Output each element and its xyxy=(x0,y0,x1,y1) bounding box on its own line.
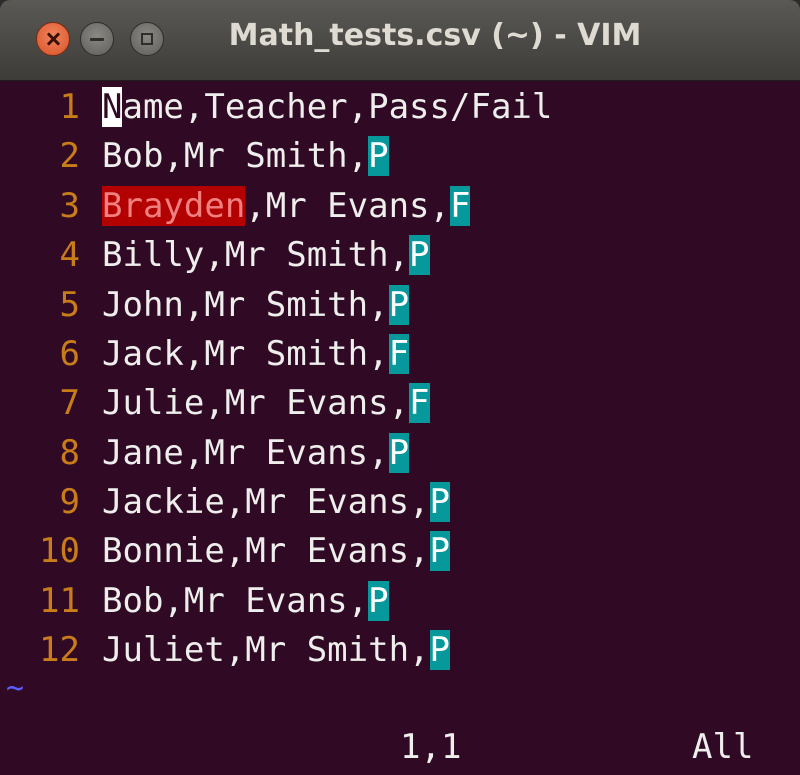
line-text: Bob,Mr Evans, xyxy=(102,581,369,621)
window-title: Math_tests.csv (~) - VIM xyxy=(228,18,642,53)
search-highlight: P xyxy=(429,482,450,522)
cursor-position: 1,1 xyxy=(400,727,462,767)
scroll-position: All xyxy=(692,727,754,767)
editor-line[interactable]: 6 Jack,Mr Smith,F xyxy=(0,330,410,379)
line-number: 6 xyxy=(59,334,80,374)
empty-line-marker: ~ xyxy=(6,671,25,706)
line-number: 8 xyxy=(59,433,80,473)
line-text: Bonnie,Mr Evans, xyxy=(102,531,430,571)
search-highlight: P xyxy=(429,630,450,670)
line-number: 1 xyxy=(59,87,80,127)
search-highlight: P xyxy=(368,136,389,176)
line-text: Bob,Mr Smith, xyxy=(102,136,369,176)
line-number: 7 xyxy=(59,383,80,423)
search-highlight: P xyxy=(368,581,389,621)
line-number: 2 xyxy=(59,136,80,176)
line-text: ame,Teacher,Pass/Fail xyxy=(122,87,553,127)
search-highlight: F xyxy=(388,334,410,374)
line-number: 3 xyxy=(59,186,80,226)
editor-line[interactable]: 12 Juliet,Mr Smith,P xyxy=(0,626,450,675)
line-text: Billy,Mr Smith, xyxy=(102,235,410,275)
editor-line[interactable]: 1 Name,Teacher,Pass/Fail xyxy=(0,83,552,132)
line-text: Jack,Mr Smith, xyxy=(102,334,389,374)
title-bar[interactable]: Math_tests.csv (~) - VIM xyxy=(0,0,800,81)
editor-line[interactable]: 10 Bonnie,Mr Evans,P xyxy=(0,527,450,576)
line-number: 11 xyxy=(39,581,80,621)
line-text: Jane,Mr Evans, xyxy=(102,433,389,473)
line-text: Juliet,Mr Smith, xyxy=(102,630,430,670)
search-highlight: F xyxy=(409,383,430,423)
editor-line[interactable]: 11 Bob,Mr Evans,P xyxy=(0,577,389,626)
line-number: 9 xyxy=(59,482,80,522)
search-highlight: F xyxy=(450,186,471,226)
line-text: Julie,Mr Evans, xyxy=(102,383,410,423)
editor-line[interactable]: 4 Billy,Mr Smith,P xyxy=(0,231,430,280)
search-highlight: P xyxy=(388,285,410,325)
line-number: 5 xyxy=(59,285,80,325)
editor-line[interactable]: 3 Brayden,Mr Evans,F xyxy=(0,182,471,231)
line-text: Jackie,Mr Evans, xyxy=(102,482,430,522)
search-highlight: P xyxy=(409,235,430,275)
editor-line[interactable]: 9 Jackie,Mr Evans,P xyxy=(0,478,450,527)
cursor: N xyxy=(102,87,123,127)
editor-line[interactable]: 2 Bob,Mr Smith,P xyxy=(0,132,389,181)
editor-line[interactable]: 5 John,Mr Smith,P xyxy=(0,281,410,330)
line-number: 12 xyxy=(39,630,80,670)
search-highlight: P xyxy=(388,433,410,473)
vim-window: Math_tests.csv (~) - VIM 1 Name,Teacher,P… xyxy=(0,0,800,775)
editor-line[interactable]: 8 Jane,Mr Evans,P xyxy=(0,429,410,478)
search-highlight: P xyxy=(429,531,450,571)
status-line: 1,1 All xyxy=(0,723,800,771)
line-text: ,Mr Evans, xyxy=(245,186,450,226)
line-text: John,Mr Smith, xyxy=(102,285,389,325)
error-highlight: Brayden xyxy=(102,186,246,226)
line-number: 10 xyxy=(39,531,80,571)
line-number: 4 xyxy=(59,235,80,275)
editor-area[interactable]: 1 Name,Teacher,Pass/Fail 2 Bob,Mr Smith,P … xyxy=(0,81,800,775)
editor-line[interactable]: 7 Julie,Mr Evans,F xyxy=(0,379,430,428)
